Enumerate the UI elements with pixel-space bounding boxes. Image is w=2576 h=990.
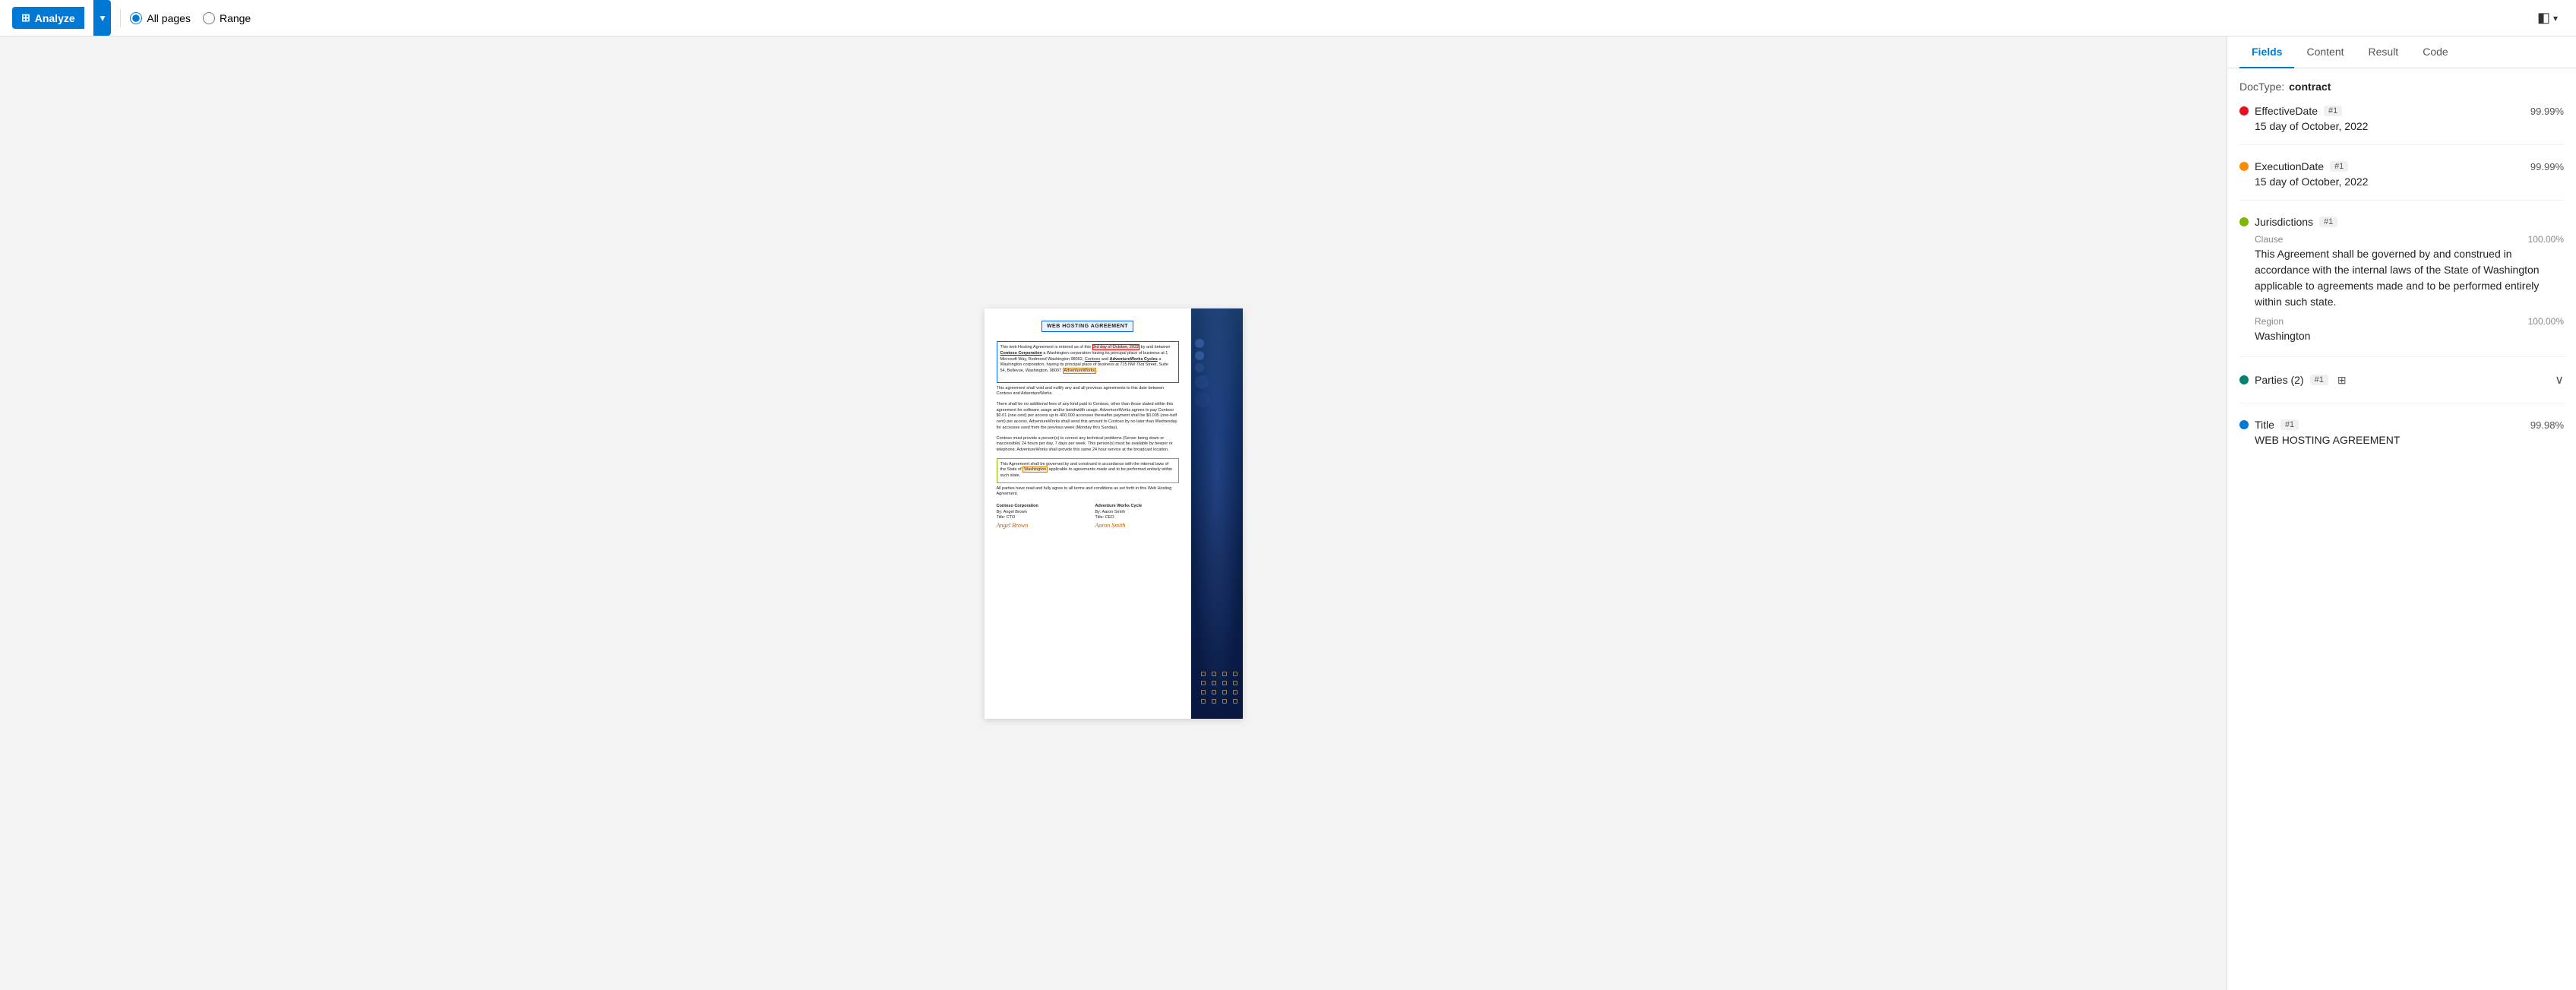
field-effective-date: EffectiveDate #1 99.99% 15 day of Octobe… bbox=[2239, 105, 2564, 145]
doctype-label: DocType: bbox=[2239, 81, 2284, 93]
region-label: Region bbox=[2255, 316, 2284, 327]
field-execution-date-header: ExecutionDate #1 99.99% bbox=[2239, 160, 2564, 172]
execution-date-dot bbox=[2239, 162, 2249, 171]
clause-label: Clause bbox=[2255, 234, 2283, 245]
doc-intro-text: This web Hosting Agreement is entered as… bbox=[1000, 345, 1175, 374]
party2-name: Adventure Works Cycle bbox=[1095, 504, 1179, 510]
tab-content[interactable]: Content bbox=[2294, 36, 2356, 68]
tab-result[interactable]: Result bbox=[2356, 36, 2411, 68]
layer-button[interactable]: ◧ ▾ bbox=[2531, 7, 2564, 29]
adventureworks-highlight: AdventureWorks bbox=[1063, 368, 1097, 374]
right-panel: Fields Content Result Code DocType: cont… bbox=[2227, 36, 2576, 990]
analyze-button[interactable]: ⊞ Analyze bbox=[12, 7, 84, 29]
page-range-group: All pages Range bbox=[130, 12, 251, 24]
all-pages-radio[interactable] bbox=[130, 12, 142, 24]
execution-date-name: ExecutionDate bbox=[2255, 160, 2324, 172]
execution-date-confidence: 99.99% bbox=[2530, 161, 2564, 172]
jurisdictions-tag: #1 bbox=[2319, 217, 2337, 227]
jurisdictions-clause: Clause 100.00% This Agreement shall be g… bbox=[2255, 234, 2564, 310]
parties-section: Contoso Corporation By: Angel Brown Titl… bbox=[997, 504, 1179, 530]
parties-tag: #1 bbox=[2310, 375, 2328, 385]
tab-fields[interactable]: Fields bbox=[2239, 36, 2294, 68]
title-name: Title bbox=[2255, 419, 2274, 431]
title-confidence: 99.98% bbox=[2530, 419, 2564, 431]
title-value: WEB HOSTING AGREEMENT bbox=[2239, 434, 2564, 446]
range-radio[interactable] bbox=[203, 12, 215, 24]
effective-date-tag: #1 bbox=[2324, 106, 2342, 116]
field-parties: Parties (2) #1 ⊞ ∨ bbox=[2239, 372, 2564, 403]
field-title: Title #1 99.98% WEB HOSTING AGREEMENT bbox=[2239, 419, 2564, 458]
dot-grid bbox=[1201, 672, 1239, 704]
field-parties-header: Parties (2) #1 ⊞ ∨ bbox=[2239, 372, 2564, 387]
document-viewer: WEB HOSTING AGREEMENT This web Hosting A… bbox=[0, 36, 2227, 990]
jurisdictions-name: Jurisdictions bbox=[2255, 216, 2313, 228]
party2-sig: Aaron Smith bbox=[1095, 521, 1179, 530]
analyze-icon: ⊞ bbox=[21, 11, 30, 24]
jurisdictions-region: Region 100.00% Washington bbox=[2255, 316, 2564, 344]
doc-title-box: WEB HOSTING AGREEMENT bbox=[1041, 321, 1133, 333]
chevron-down-icon: ▾ bbox=[100, 12, 106, 24]
party1-by: By: Angel Brown bbox=[997, 510, 1080, 516]
execution-date-tag: #1 bbox=[2330, 161, 2348, 172]
doc-jurisdiction-box: This Agreement shall be governed by and … bbox=[997, 458, 1179, 483]
analyze-dropdown-button[interactable]: ▾ bbox=[93, 0, 112, 36]
region-label-row: Region 100.00% bbox=[2255, 316, 2564, 327]
document-page: WEB HOSTING AGREEMENT This web Hosting A… bbox=[985, 308, 1243, 719]
party1-name: Contoso Corporation bbox=[997, 504, 1080, 510]
field-jurisdictions-header: Jurisdictions #1 bbox=[2239, 216, 2564, 228]
expand-icon[interactable]: ∨ bbox=[2555, 372, 2564, 387]
doc-p2: This agreement shall void and nullify an… bbox=[997, 386, 1179, 397]
document-content: WEB HOSTING AGREEMENT This web Hosting A… bbox=[985, 308, 1191, 542]
washington-highlight: Washington bbox=[1022, 467, 1048, 473]
party2-title: Title: CEO bbox=[1095, 515, 1179, 521]
decorative-circles bbox=[1195, 339, 1210, 410]
range-label[interactable]: Range bbox=[203, 12, 251, 24]
date-highlight: 3rd day of October, 2022 bbox=[1092, 344, 1140, 350]
toolbar: ⊞ Analyze ▾ All pages Range ◧ ▾ bbox=[0, 0, 2576, 36]
field-execution-date: ExecutionDate #1 99.99% 15 day of Octobe… bbox=[2239, 160, 2564, 201]
doc-p4: Contoso must provide a person(s) to corr… bbox=[997, 436, 1179, 454]
execution-date-value: 15 day of October, 2022 bbox=[2239, 176, 2564, 188]
chevron-down-small-icon: ▾ bbox=[2553, 13, 2558, 24]
clause-value: This Agreement shall be governed by and … bbox=[2255, 246, 2564, 310]
layer-icon: ◧ bbox=[2537, 10, 2550, 26]
toolbar-right: ◧ ▾ bbox=[2531, 7, 2564, 29]
doctype-row: DocType: contract bbox=[2239, 81, 2564, 93]
clause-confidence: 100.00% bbox=[2528, 234, 2564, 245]
all-pages-label[interactable]: All pages bbox=[130, 12, 191, 24]
doc-p3: There shall be no additional fees of any… bbox=[997, 402, 1179, 431]
doc-intro-box: This web Hosting Agreement is entered as… bbox=[997, 341, 1179, 382]
party1-sig: Angel Brown bbox=[997, 521, 1080, 530]
main-area: WEB HOSTING AGREEMENT This web Hosting A… bbox=[0, 36, 2576, 990]
region-value: Washington bbox=[2255, 328, 2564, 344]
table-icon: ⊞ bbox=[2337, 374, 2347, 387]
effective-date-confidence: 99.99% bbox=[2530, 106, 2564, 117]
jurisdiction-text: This Agreement shall be governed by and … bbox=[1000, 462, 1175, 479]
field-title-header: Title #1 99.98% bbox=[2239, 419, 2564, 431]
effective-date-name: EffectiveDate bbox=[2255, 105, 2318, 117]
jurisdictions-dot bbox=[2239, 217, 2249, 226]
clause-label-row: Clause 100.00% bbox=[2255, 234, 2564, 245]
tabs-bar: Fields Content Result Code bbox=[2227, 36, 2576, 68]
title-tag: #1 bbox=[2280, 419, 2299, 430]
doc-final: All parties have read and fully agree to… bbox=[997, 486, 1179, 498]
region-confidence: 100.00% bbox=[2528, 316, 2564, 327]
analyze-label: Analyze bbox=[35, 12, 75, 24]
effective-date-dot bbox=[2239, 106, 2249, 115]
tab-code[interactable]: Code bbox=[2410, 36, 2460, 68]
field-effective-date-header: EffectiveDate #1 99.99% bbox=[2239, 105, 2564, 117]
doctype-value: contract bbox=[2289, 81, 2331, 93]
field-jurisdictions: Jurisdictions #1 Clause 100.00% This Agr… bbox=[2239, 216, 2564, 357]
party-adventure: Adventure Works Cycle By: Aaron Smith Ti… bbox=[1095, 504, 1179, 530]
toolbar-divider bbox=[120, 9, 121, 27]
title-dot bbox=[2239, 420, 2249, 429]
parties-dot bbox=[2239, 375, 2249, 384]
effective-date-value: 15 day of October, 2022 bbox=[2239, 120, 2564, 132]
parties-name: Parties (2) bbox=[2255, 374, 2304, 386]
decorative-strip bbox=[1191, 308, 1243, 719]
party1-title: Title: CTO bbox=[997, 515, 1080, 521]
party-contoso: Contoso Corporation By: Angel Brown Titl… bbox=[997, 504, 1080, 530]
party2-by: By: Aaron Smith bbox=[1095, 510, 1179, 516]
panel-content: DocType: contract EffectiveDate #1 99.99… bbox=[2227, 68, 2576, 990]
